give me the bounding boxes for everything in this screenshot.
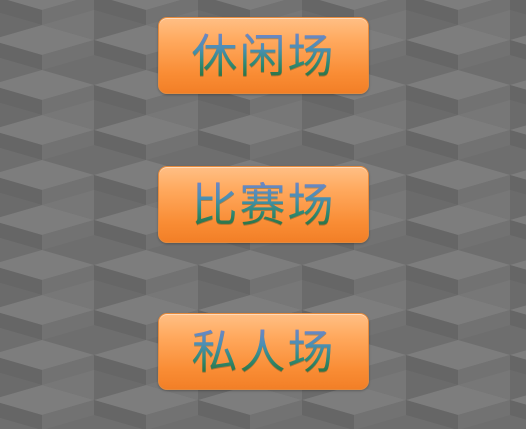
casual-mode-button[interactable]: 休闲场	[158, 17, 369, 94]
private-mode-label: 私人场	[191, 324, 336, 379]
match-mode-button[interactable]: 比赛场	[158, 166, 369, 243]
match-mode-label: 比赛场	[191, 177, 336, 232]
casual-mode-label: 休闲场	[191, 28, 336, 83]
private-mode-button[interactable]: 私人场	[158, 313, 369, 390]
